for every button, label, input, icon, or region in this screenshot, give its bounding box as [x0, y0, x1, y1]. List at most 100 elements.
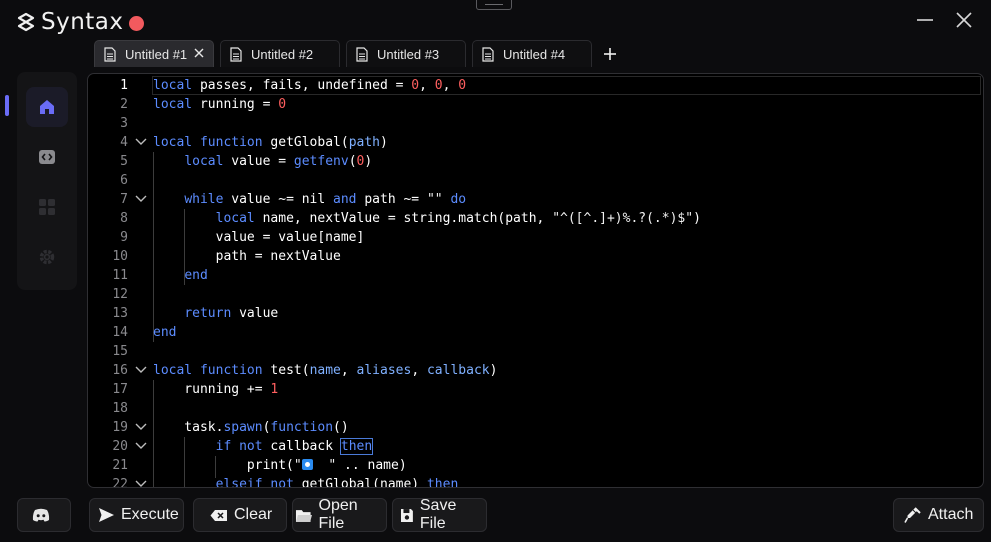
close-button[interactable]	[952, 8, 976, 32]
fold-chevron-icon[interactable]	[135, 422, 147, 432]
line-number: 7	[120, 192, 128, 207]
clear-label: Clear	[234, 506, 273, 523]
line-number: 13	[112, 306, 128, 321]
code-line: 12	[88, 285, 983, 304]
document-icon	[104, 46, 116, 62]
home-icon	[40, 100, 54, 114]
plus-icon	[604, 47, 616, 60]
line-code: local function test(name, aliases, callb…	[153, 363, 498, 378]
line-code: value = value[name]	[153, 230, 365, 245]
line-number: 14	[112, 325, 128, 340]
sidebar	[5, 72, 77, 290]
save-file-button[interactable]: Save File	[392, 497, 487, 532]
syntax-logo-icon	[17, 12, 35, 32]
line-number: 19	[112, 420, 128, 435]
code-line: 9 value = value[name]	[88, 228, 983, 247]
grid-icon	[39, 199, 55, 215]
line-number: 9	[120, 230, 128, 245]
line-number: 1	[120, 78, 128, 93]
tab-label: Untitled #1	[125, 46, 188, 62]
app-logo: Syntax	[15, 9, 144, 35]
clear-button[interactable]: Clear	[193, 498, 287, 532]
line-number: 18	[112, 401, 128, 416]
fold-chevron-icon[interactable]	[135, 441, 147, 451]
code-line: 13 return value	[88, 304, 983, 323]
line-code: local name, nextValue = string.match(pat…	[215, 211, 701, 226]
code-line: 18	[88, 399, 983, 418]
line-number: 5	[120, 154, 128, 169]
document-icon	[356, 46, 368, 62]
tab-close-icon[interactable]	[193, 47, 205, 59]
active-indicator	[5, 95, 9, 116]
fold-chevron-icon[interactable]	[135, 137, 147, 147]
line-number: 2	[120, 97, 128, 112]
line-code: local value = getfenv(0)	[184, 154, 373, 169]
add-tab-button[interactable]	[600, 40, 620, 67]
code-line: 2 local running = 0	[88, 95, 983, 114]
sidebar-item-editor[interactable]	[17, 137, 77, 177]
line-code: task.spawn(function()	[153, 420, 349, 435]
line-number: 6	[120, 173, 128, 188]
open-file-label: Open File	[318, 497, 358, 532]
document-icon	[482, 46, 494, 62]
code-editor[interactable]: 1 local passes, fails, undefined = 0, 0, …	[87, 73, 984, 488]
sidebar-item-settings[interactable]	[17, 237, 77, 277]
tab-untitled-2[interactable]: Untitled #2	[220, 40, 340, 67]
line-code: end	[184, 268, 208, 283]
code-line: 20 if not callback then	[88, 437, 983, 456]
code-line: 19 task.spawn(function()	[88, 418, 983, 437]
tab-untitled-4[interactable]: Untitled #4	[472, 40, 592, 67]
sidebar-item-scripts[interactable]	[17, 187, 77, 227]
tab-bar: Untitled #1 Untitled #2 Untitled #3 Unti…	[94, 40, 620, 67]
code-line: 4 local function getGlobal(path)	[88, 133, 983, 152]
line-number: 12	[112, 287, 128, 302]
discord-button[interactable]	[17, 498, 71, 532]
line-code: running += 1	[153, 382, 279, 397]
syringe-icon	[904, 507, 921, 523]
line-number: 21	[112, 458, 128, 473]
close-icon	[956, 12, 972, 28]
code-line: 15	[88, 342, 983, 361]
line-code: elseif not getGlobal(name) then	[215, 477, 459, 488]
code-line: 16 local function test(name, aliases, cal…	[88, 361, 983, 380]
line-number: 17	[112, 382, 128, 397]
minimize-button[interactable]	[913, 8, 937, 32]
code-line: 7 while value ~= nil and path ~= "" do	[88, 190, 983, 209]
code-line: 14 end	[88, 323, 983, 342]
line-code: end	[153, 325, 177, 340]
line-number: 3	[120, 116, 128, 131]
line-code: print(" " .. name)	[153, 458, 407, 473]
tab-untitled-1[interactable]: Untitled #1	[94, 40, 214, 67]
window-drag-handle[interactable]	[476, 0, 512, 10]
tab-untitled-3[interactable]: Untitled #3	[346, 40, 466, 67]
line-number: 11	[112, 268, 128, 283]
sidebar-item-home[interactable]	[17, 87, 77, 127]
fold-chevron-icon[interactable]	[135, 365, 147, 375]
code-icon	[39, 150, 55, 164]
attach-button[interactable]: Attach	[893, 498, 984, 532]
status-dot	[128, 15, 144, 31]
line-code: path = nextValue	[153, 249, 341, 264]
document-icon	[230, 46, 242, 62]
line-code: local function getGlobal(path)	[153, 135, 388, 150]
app-title: Syntax	[41, 9, 124, 35]
line-number: 10	[112, 249, 128, 264]
code-line: 1 local passes, fails, undefined = 0, 0, …	[88, 76, 983, 95]
line-code: if not callback then	[215, 438, 374, 455]
attach-label: Attach	[928, 506, 974, 523]
line-number: 15	[112, 344, 128, 359]
fold-chevron-icon[interactable]	[135, 479, 147, 488]
code-line: 21 print(" " .. name)	[88, 456, 983, 475]
minimize-icon	[917, 19, 933, 21]
execute-button[interactable]: Execute	[89, 498, 184, 532]
fold-chevron-icon[interactable]	[135, 194, 147, 204]
record-emoji-icon	[301, 459, 313, 470]
line-number: 8	[120, 211, 128, 226]
eraser-icon	[210, 509, 227, 521]
execute-label: Execute	[121, 506, 179, 523]
code-line: 10 path = nextValue	[88, 247, 983, 266]
open-file-button[interactable]: Open File	[292, 497, 387, 532]
code-line: 3	[88, 114, 983, 133]
save-file-label: Save File	[419, 497, 457, 532]
code-line: 5 local value = getfenv(0)	[88, 152, 983, 171]
